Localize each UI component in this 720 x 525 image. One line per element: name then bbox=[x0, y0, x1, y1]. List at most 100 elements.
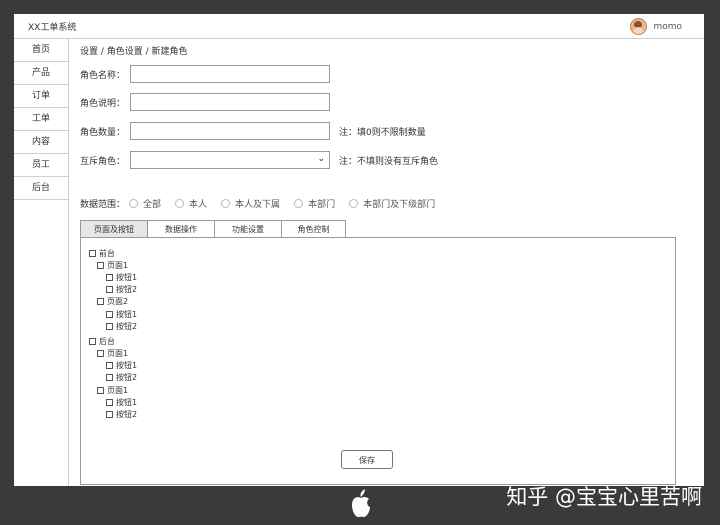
role-desc-row: 角色说明： bbox=[80, 93, 330, 111]
tab-data-operations[interactable]: 数据操作 bbox=[147, 220, 215, 237]
tree-node[interactable]: 按钮1 bbox=[89, 271, 137, 283]
data-scope-group: 数据范围： 全部 本人 本人及下属 本部门 本部门及下级部门 bbox=[80, 197, 449, 210]
mutex-role-note: 注：不填则没有互斥角色 bbox=[339, 156, 439, 167]
apple-logo-icon bbox=[352, 489, 370, 518]
sidebar: 首页 产品 订单 工单 内容 员工 后台 bbox=[14, 39, 69, 486]
sidebar-item-staff[interactable]: 员工 bbox=[14, 154, 68, 177]
tree-node[interactable]: 页面2 bbox=[89, 296, 137, 308]
radio-label: 本人及下属 bbox=[235, 200, 281, 210]
permission-panel: 前台 页面1 按钮1 按钮2 页面2 按钮1 按钮2 后台 页面1 按钮1 按钮… bbox=[80, 237, 676, 485]
app-title: XX工单系统 bbox=[28, 23, 77, 33]
radio-button[interactable] bbox=[221, 199, 231, 208]
sidebar-item-content[interactable]: 内容 bbox=[14, 131, 68, 154]
tree-node[interactable]: 页面1 bbox=[89, 384, 137, 396]
tab-feature-settings[interactable]: 功能设置 bbox=[214, 220, 282, 237]
mutex-role-label: 互斥角色： bbox=[80, 156, 126, 167]
tree-node[interactable]: 按钮1 bbox=[89, 308, 137, 320]
tree-node[interactable]: 前台 bbox=[89, 247, 137, 259]
sidebar-item-tickets[interactable]: 工单 bbox=[14, 108, 68, 131]
role-count-input[interactable] bbox=[130, 122, 330, 140]
role-name-row: 角色名称： bbox=[80, 65, 330, 83]
tree-node-label: 后台 bbox=[99, 336, 115, 346]
checkbox[interactable] bbox=[97, 350, 104, 358]
radio-label: 本部门及下级部门 bbox=[363, 200, 436, 210]
tree-node-label: 按钮2 bbox=[116, 410, 138, 420]
avatar[interactable] bbox=[630, 18, 648, 35]
checkbox[interactable] bbox=[97, 386, 104, 394]
sidebar-item-home[interactable]: 首页 bbox=[14, 39, 68, 62]
tree-node-label: 按钮2 bbox=[116, 373, 138, 383]
tree-node[interactable]: 按钮2 bbox=[89, 320, 137, 332]
checkbox[interactable] bbox=[106, 322, 113, 330]
radio-button[interactable] bbox=[294, 199, 304, 208]
tree-node-label: 页面1 bbox=[107, 349, 129, 359]
mutex-role-row: 互斥角色： ⌄ 注：不填则没有互斥角色 bbox=[80, 151, 438, 169]
permission-tabs: 页面及按钮 数据操作 功能设置 角色控制 bbox=[80, 220, 346, 238]
radio-label: 全部 bbox=[143, 200, 162, 210]
top-bar: XX工单系统 momo bbox=[14, 14, 704, 39]
tab-pages-and-buttons[interactable]: 页面及按钮 bbox=[80, 220, 148, 237]
checkbox[interactable] bbox=[106, 411, 113, 419]
radio-button[interactable] bbox=[175, 199, 185, 208]
role-name-input[interactable] bbox=[130, 65, 330, 83]
role-desc-label: 角色说明： bbox=[80, 98, 126, 109]
watermark: 知乎 @宝宝心里苦啊 bbox=[506, 485, 702, 509]
checkbox[interactable] bbox=[106, 398, 113, 406]
tree-node-label: 按钮2 bbox=[116, 321, 138, 331]
radio-button[interactable] bbox=[349, 199, 359, 208]
sidebar-item-orders[interactable]: 订单 bbox=[14, 85, 68, 108]
main-content: 设置 / 角色设置 / 新建角色 角色名称： 角色说明： 角色数量： 注：填0则… bbox=[80, 39, 700, 486]
tree-node-label: 按钮1 bbox=[116, 309, 138, 319]
radio-button[interactable] bbox=[129, 199, 139, 208]
user-menu[interactable]: momo bbox=[630, 18, 682, 35]
tree-node[interactable]: 按钮1 bbox=[89, 396, 137, 408]
tree-node-label: 前台 bbox=[99, 248, 115, 258]
monitor-screen: XX工单系统 momo 首页 产品 订单 工单 内容 员工 后台 设置 / 角色… bbox=[14, 14, 704, 486]
tree-node[interactable]: 后台 bbox=[89, 335, 137, 347]
username[interactable]: momo bbox=[653, 22, 682, 32]
checkbox[interactable] bbox=[97, 261, 104, 269]
radio-label: 本部门 bbox=[308, 200, 336, 210]
tree-node-label: 按钮2 bbox=[116, 285, 138, 295]
chevron-down-icon: ⌄ bbox=[317, 154, 325, 164]
tree-node[interactable]: 页面1 bbox=[89, 348, 137, 360]
checkbox[interactable] bbox=[97, 298, 104, 306]
role-count-note: 注：填0则不限制数量 bbox=[339, 127, 426, 138]
data-scope-option-department[interactable]: 本部门 bbox=[294, 197, 335, 210]
checkbox[interactable] bbox=[106, 362, 113, 370]
data-scope-option-self[interactable]: 本人 bbox=[175, 197, 207, 210]
checkbox[interactable] bbox=[106, 286, 113, 294]
data-scope-label: 数据范围： bbox=[80, 200, 126, 210]
checkbox[interactable] bbox=[106, 310, 113, 318]
tree-node-label: 按钮1 bbox=[116, 361, 138, 371]
sidebar-item-backend[interactable]: 后台 bbox=[14, 177, 68, 200]
data-scope-option-all[interactable]: 全部 bbox=[129, 197, 161, 210]
breadcrumb: 设置 / 角色设置 / 新建角色 bbox=[80, 47, 188, 57]
permission-tree: 前台 页面1 按钮1 按钮2 页面2 按钮1 按钮2 后台 页面1 按钮1 按钮… bbox=[89, 247, 137, 421]
tree-node-label: 按钮1 bbox=[116, 272, 138, 282]
data-scope-option-self-and-subordinates[interactable]: 本人及下属 bbox=[221, 197, 280, 210]
checkbox[interactable] bbox=[106, 273, 113, 281]
tree-node-label: 页面1 bbox=[107, 260, 129, 270]
tree-node-label: 页面1 bbox=[107, 385, 129, 395]
mutex-role-select[interactable]: ⌄ bbox=[130, 151, 330, 169]
checkbox[interactable] bbox=[106, 374, 113, 382]
role-desc-input[interactable] bbox=[130, 93, 330, 111]
save-button[interactable]: 保存 bbox=[341, 450, 393, 469]
tree-node[interactable]: 按钮2 bbox=[89, 284, 137, 296]
checkbox[interactable] bbox=[89, 337, 96, 345]
sidebar-item-products[interactable]: 产品 bbox=[14, 62, 68, 85]
tree-node[interactable]: 页面1 bbox=[89, 259, 137, 271]
tree-node-label: 页面2 bbox=[107, 297, 129, 307]
role-name-label: 角色名称： bbox=[80, 70, 126, 81]
tree-node[interactable]: 按钮2 bbox=[89, 408, 137, 420]
data-scope-option-department-and-sub[interactable]: 本部门及下级部门 bbox=[349, 197, 435, 210]
tab-role-control[interactable]: 角色控制 bbox=[281, 220, 346, 237]
tree-node[interactable]: 按钮2 bbox=[89, 372, 137, 384]
tree-node[interactable]: 按钮1 bbox=[89, 360, 137, 372]
role-count-label: 角色数量： bbox=[80, 127, 126, 138]
checkbox[interactable] bbox=[89, 249, 96, 257]
tree-node-label: 按钮1 bbox=[116, 397, 138, 407]
role-count-row: 角色数量： 注：填0则不限制数量 bbox=[80, 122, 426, 140]
radio-label: 本人 bbox=[189, 200, 208, 210]
